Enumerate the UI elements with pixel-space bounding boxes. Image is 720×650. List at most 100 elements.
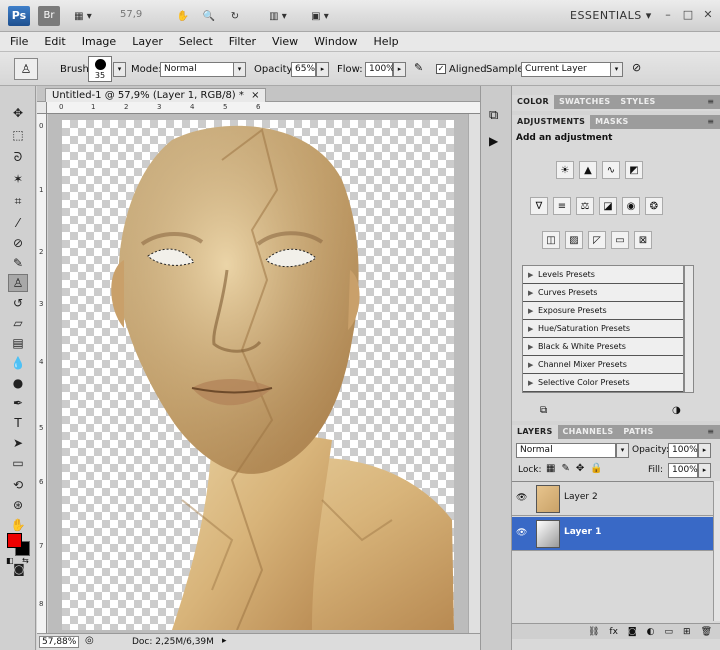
channel-mixer-icon[interactable]: ❂ xyxy=(645,197,663,215)
document-canvas[interactable] xyxy=(62,120,454,631)
tab-styles[interactable]: STYLES xyxy=(615,95,660,109)
view-extras-button[interactable]: ▦ ▾ xyxy=(66,6,100,26)
hand-tool-button[interactable]: ✋ xyxy=(172,6,194,26)
blend-mode-select[interactable]: Normal xyxy=(516,443,616,458)
tab-layers[interactable]: LAYERS xyxy=(512,425,558,439)
menu-edit[interactable]: Edit xyxy=(44,35,65,48)
adjustments-menu-icon[interactable]: ≡ xyxy=(707,117,714,126)
preset-channel-mixer[interactable]: ▶ Channel Mixer Presets xyxy=(523,356,683,374)
zoom-tool-button[interactable]: 🔍 xyxy=(198,6,220,26)
screen-mode-button[interactable]: ▣ ▾ xyxy=(304,6,336,26)
tab-paths[interactable]: PATHS xyxy=(618,425,658,439)
tab-color[interactable]: COLOR xyxy=(512,95,554,109)
add-mask-icon[interactable]: ◙ xyxy=(628,627,637,637)
horizontal-ruler[interactable]: 0 1 2 3 4 5 6 xyxy=(47,102,480,114)
threshold-icon[interactable]: ◸ xyxy=(588,231,606,249)
sample-dropdown-arrow[interactable]: ▾ xyxy=(610,62,623,77)
mode-select[interactable]: Normal xyxy=(160,62,234,77)
canvas-viewport[interactable] xyxy=(48,114,468,633)
preset-black-white[interactable]: ▶ Black & White Presets xyxy=(523,338,683,356)
new-layer-icon[interactable]: ⊞ xyxy=(683,627,691,637)
selective-color-icon[interactable]: ⊠ xyxy=(634,231,652,249)
menu-view[interactable]: View xyxy=(272,35,298,48)
layer-style-icon[interactable]: fx xyxy=(609,627,618,637)
lock-pixels-icon[interactable]: ✎ xyxy=(561,463,569,474)
ignore-adjustment-layers-icon[interactable]: ⊘ xyxy=(632,61,641,74)
airbrush-icon[interactable]: ✎ xyxy=(414,61,423,74)
menu-image[interactable]: Image xyxy=(82,35,116,48)
quick-selection-tool[interactable]: ✶ xyxy=(8,170,28,188)
3d-rotate-tool[interactable]: ⟲ xyxy=(8,476,28,494)
close-document-icon[interactable]: × xyxy=(251,90,259,101)
opacity-input[interactable]: 65% xyxy=(291,62,316,77)
panel-menu-icon[interactable]: ≡ xyxy=(707,97,714,106)
layer-row-layer-2[interactable]: 👁 Layer 2 xyxy=(512,482,713,516)
menu-filter[interactable]: Filter xyxy=(229,35,256,48)
new-group-icon[interactable]: ▭ xyxy=(665,627,674,637)
maximize-button[interactable]: □ xyxy=(680,6,696,22)
healing-brush-tool[interactable]: ⊘ xyxy=(8,234,28,252)
preset-levels[interactable]: ▶ Levels Presets xyxy=(523,266,683,284)
history-panel-icon[interactable]: ⧉ xyxy=(489,108,498,123)
close-button[interactable]: ✕ xyxy=(700,6,716,22)
status-menu-arrow[interactable]: ▸ xyxy=(222,636,227,646)
presets-scrollbar[interactable] xyxy=(684,265,694,393)
bridge-button[interactable]: Br xyxy=(38,6,60,26)
flow-input[interactable]: 100% xyxy=(365,62,395,77)
clone-stamp-tool[interactable]: ♙ xyxy=(8,274,28,292)
status-zoom-field[interactable]: 57,88% xyxy=(39,636,79,648)
workspace-switcher[interactable]: ESSENTIALS ▾ xyxy=(570,9,652,22)
history-brush-tool[interactable]: ↺ xyxy=(8,294,28,312)
levels-icon[interactable]: ▲ xyxy=(579,161,597,179)
minimize-button[interactable]: – xyxy=(660,6,676,22)
zoom-level[interactable]: 57,9 xyxy=(120,9,142,20)
hue-saturation-icon[interactable]: ≡ xyxy=(553,197,571,215)
menu-select[interactable]: Select xyxy=(179,35,213,48)
crop-tool[interactable]: ⌗ xyxy=(8,192,28,210)
aligned-checkbox[interactable]: ✓ xyxy=(436,64,446,74)
invert-icon[interactable]: ◫ xyxy=(542,231,560,249)
fill-input[interactable]: 100% xyxy=(668,463,698,478)
preset-hue-saturation[interactable]: ▶ Hue/Saturation Presets xyxy=(523,320,683,338)
black-white-icon[interactable]: ◪ xyxy=(599,197,617,215)
layers-menu-icon[interactable]: ≡ xyxy=(707,427,714,436)
tab-channels[interactable]: CHANNELS xyxy=(558,425,619,439)
lock-position-icon[interactable]: ✥ xyxy=(576,463,584,474)
eyedropper-tool[interactable]: ⁄ xyxy=(8,214,28,232)
opacity-slider-button[interactable]: ▸ xyxy=(316,62,329,77)
new-adjustment-icon[interactable]: ◐ xyxy=(647,627,655,637)
tool-preset-picker[interactable]: ♙ xyxy=(14,58,38,80)
visibility-eye-icon[interactable]: 👁 xyxy=(516,528,530,540)
flow-slider-button[interactable]: ▸ xyxy=(393,62,406,77)
menu-window[interactable]: Window xyxy=(314,35,357,48)
menu-file[interactable]: File xyxy=(10,35,28,48)
ruler-origin[interactable] xyxy=(37,102,47,114)
photo-filter-icon[interactable]: ◉ xyxy=(622,197,640,215)
shape-tool[interactable]: ▭ xyxy=(8,454,28,472)
layer-opacity-input[interactable]: 100% xyxy=(668,443,698,458)
move-tool[interactable]: ✥ xyxy=(8,104,28,122)
rotate-view-button[interactable]: ↻ xyxy=(224,6,246,26)
color-balance-icon[interactable]: ⚖ xyxy=(576,197,594,215)
brush-tool[interactable]: ✎ xyxy=(8,254,28,272)
lasso-tool[interactable]: ᘐ xyxy=(8,148,28,166)
foreground-color-swatch[interactable] xyxy=(7,533,22,548)
posterize-icon[interactable]: ▨ xyxy=(565,231,583,249)
marquee-tool[interactable]: ⬚ xyxy=(8,126,28,144)
brush-picker-dropdown[interactable]: ▾ xyxy=(113,62,126,77)
type-tool[interactable]: T xyxy=(8,414,28,432)
pen-tool[interactable]: ✒ xyxy=(8,394,28,412)
status-info-icon[interactable]: ◎ xyxy=(85,635,94,646)
visibility-eye-icon[interactable]: 👁 xyxy=(516,493,530,505)
document-tab[interactable]: Untitled-1 @ 57,9% (Layer 1, RGB/8) * × xyxy=(45,88,267,102)
sample-select[interactable]: Current Layer xyxy=(521,62,611,77)
exposure-icon[interactable]: ◩ xyxy=(625,161,643,179)
actions-panel-icon[interactable]: ▶ xyxy=(489,134,498,148)
path-selection-tool[interactable]: ➤ xyxy=(8,434,28,452)
tab-adjustments[interactable]: ADJUSTMENTS xyxy=(512,115,591,129)
preset-exposure[interactable]: ▶ Exposure Presets xyxy=(523,302,683,320)
3d-orbit-tool[interactable]: ⊛ xyxy=(8,496,28,514)
eraser-tool[interactable]: ▱ xyxy=(8,314,28,332)
link-layers-icon[interactable]: ⛓ xyxy=(588,627,599,637)
hand-tool[interactable]: ✋ xyxy=(8,516,28,534)
